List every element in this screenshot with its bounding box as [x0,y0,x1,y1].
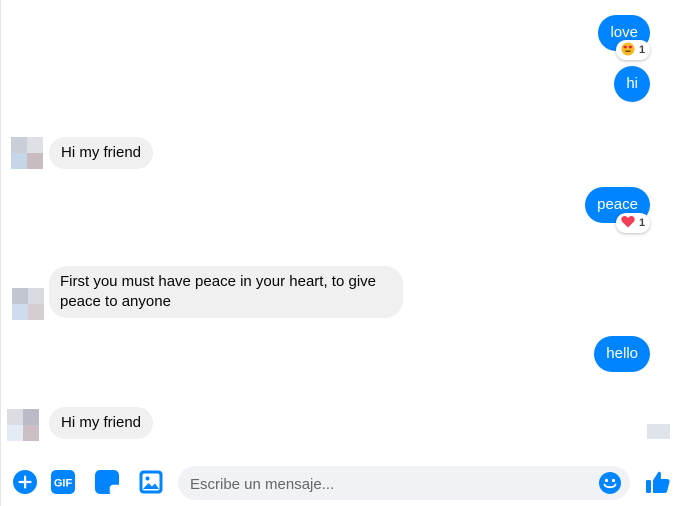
message-reaction[interactable]: 1 [616,40,651,60]
scroll-to-bottom-button[interactable] [647,424,670,439]
gif-icon[interactable]: GIF [49,468,77,496]
avatar[interactable] [12,288,44,320]
heart-icon [621,215,635,231]
message-bubble-incoming[interactable]: Hi my friend [49,407,154,439]
emoji-icon[interactable] [598,471,622,495]
avatar[interactable] [11,137,43,169]
message-input[interactable] [188,466,592,502]
message-reaction[interactable]: 1 [616,213,651,233]
message-bubble-incoming[interactable]: Hi my friend [49,137,154,169]
composer-toolbar: GIF [0,458,681,506]
image-icon[interactable] [137,468,165,496]
avatar[interactable] [7,409,39,441]
message-bubble-outgoing[interactable]: hi [614,66,650,102]
message-bubble-incoming[interactable]: First you must have peace in your heart,… [49,266,403,318]
chat-left-border [0,0,1,506]
sticker-icon[interactable] [93,468,121,496]
message-input-container [178,466,630,502]
plus-circle-icon[interactable] [11,468,39,496]
gif-icon-label: GIF [54,478,73,490]
thumbs-up-icon[interactable] [643,468,673,496]
reaction-count: 1 [639,217,646,229]
heart-eyes-icon [621,42,635,59]
message-bubble-outgoing[interactable]: hello [594,336,650,372]
reaction-count: 1 [639,44,646,56]
